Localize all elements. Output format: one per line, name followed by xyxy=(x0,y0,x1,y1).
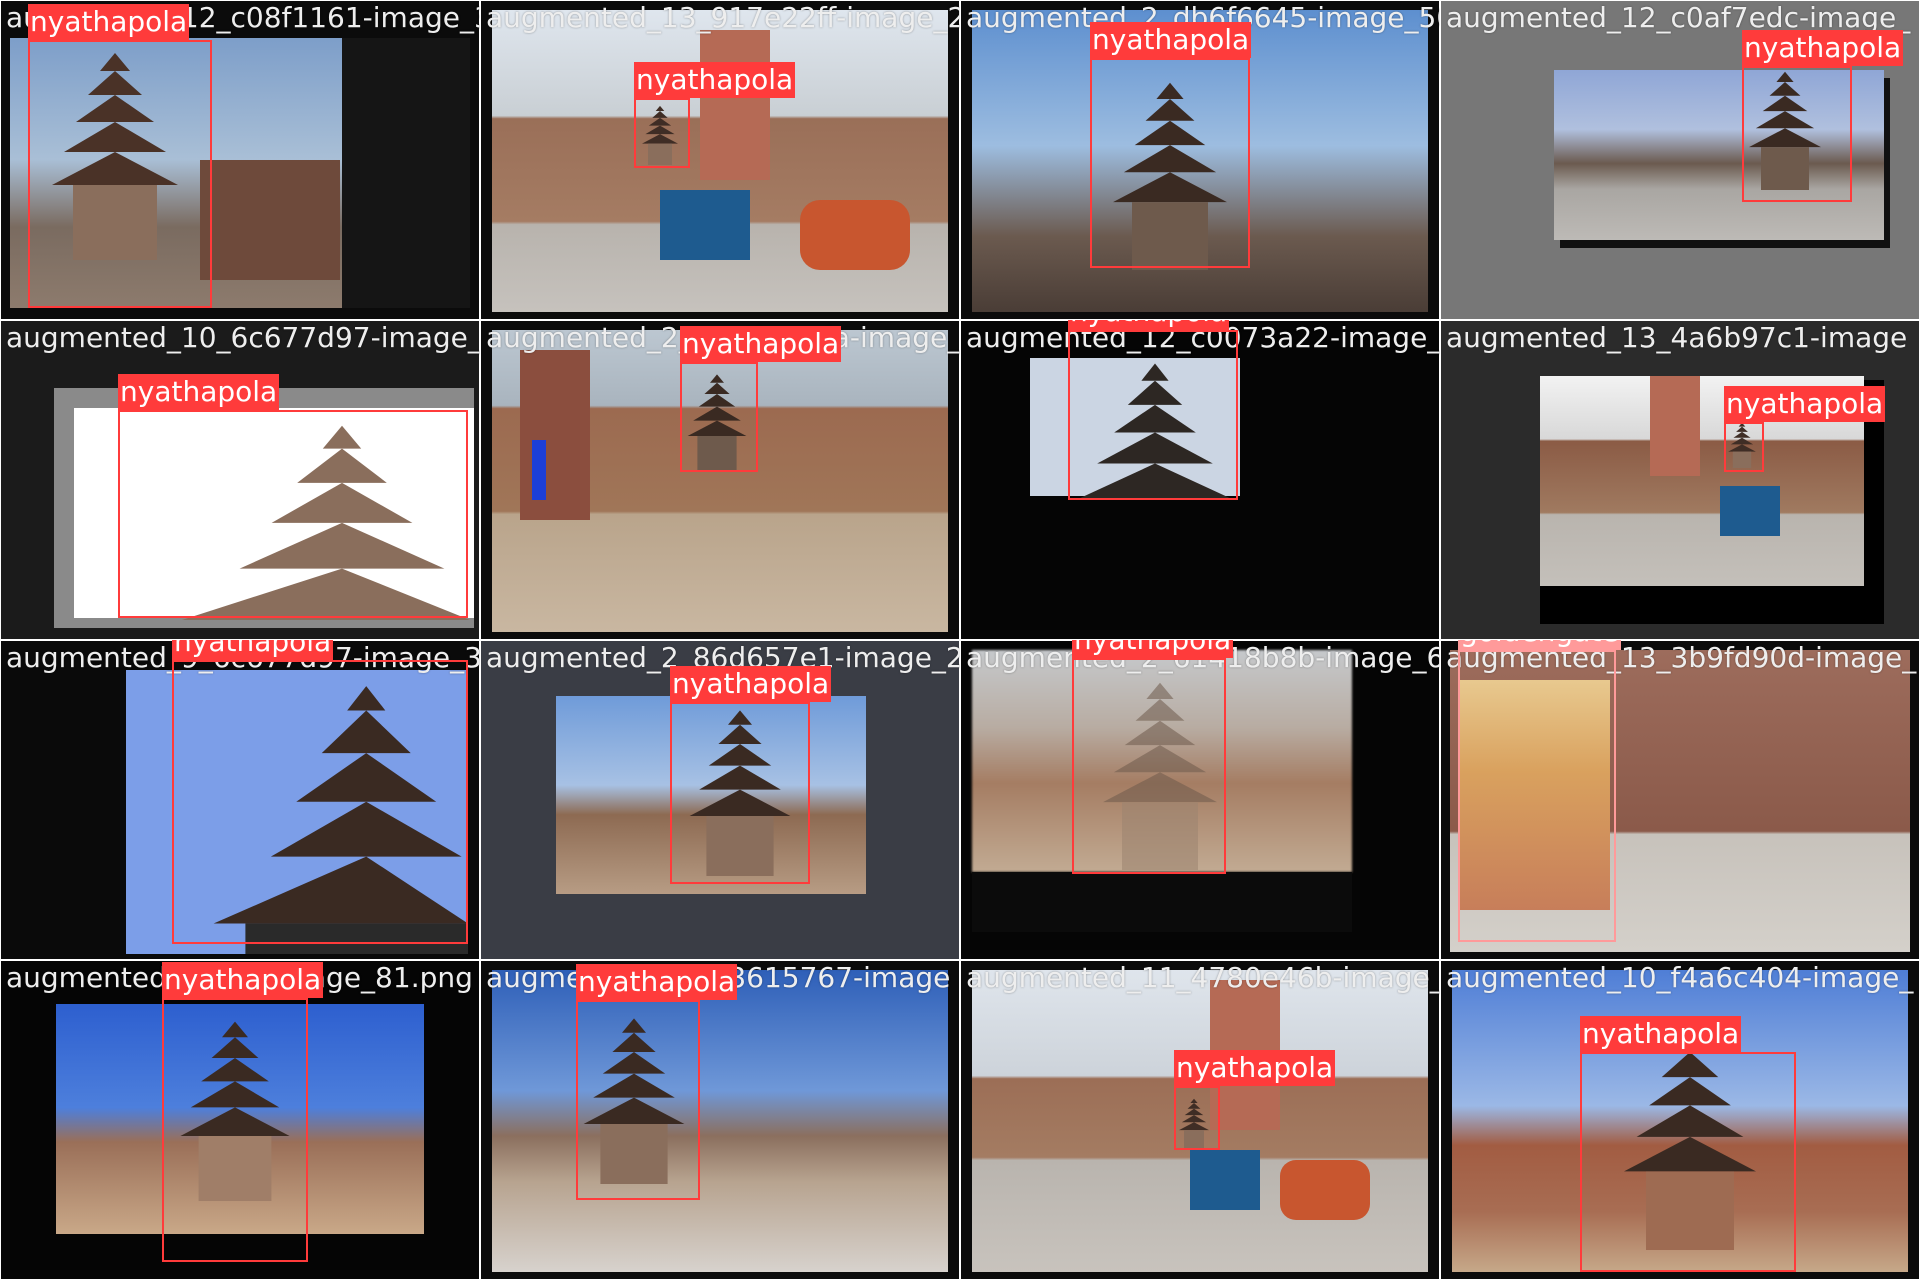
detection-box: nyathapola xyxy=(634,62,796,168)
class-label: nyathapola xyxy=(634,62,796,98)
class-label: nyathapola xyxy=(28,4,190,40)
grid-tile: augmented_10_f4a6c404-image_ nyathapola xyxy=(1439,959,1920,1280)
grid-tile: augmented_2_86d657e1-image_248.png nyath… xyxy=(479,639,961,961)
tile-filename: augmented_11_4780e46b-image_155.png xyxy=(966,961,1440,994)
grid-tile: augmented_2_db6f6645-image_503.png nyath… xyxy=(959,0,1441,321)
detection-box: nyathapola xyxy=(28,4,212,308)
class-label: nyathapola xyxy=(118,374,280,410)
class-label: nyathapola xyxy=(670,666,832,702)
class-label: nyathapola xyxy=(1580,1016,1742,1052)
detection-box: nyathapola xyxy=(1742,30,1904,202)
class-label: nyathapola xyxy=(576,964,738,1000)
class-label: nyathapola xyxy=(1724,386,1886,422)
detection-box: nyathapola xyxy=(162,962,324,1262)
detection-box: nyathapola xyxy=(1072,640,1234,874)
tile-filename: augmented_13_917e22ff-image_202.png xyxy=(486,1,960,34)
grid-tile: augmented_13_3b9fd90d-image_ goldengate xyxy=(1439,639,1920,961)
class-label: nyathapola xyxy=(172,640,334,660)
class-label: nyathapola xyxy=(680,326,842,362)
detection-box: nyathapola xyxy=(1068,320,1238,500)
grid-tile: augmented_2_nyathapola-image_211.png nya… xyxy=(479,319,961,641)
grid-tile: augmented_12_c0af7edc-image_ nyathapola xyxy=(1439,0,1920,321)
grid-tile: augmented_2_61418b8b-image_63.png nyatha… xyxy=(959,639,1441,961)
grid-tile: augmented_12_c0073a22-image_229.png nyat… xyxy=(959,319,1441,641)
detection-box: nyathapola xyxy=(670,666,832,884)
grid-tile: augmented_10_6c677d97-image_32.png nyath… xyxy=(0,319,481,641)
detection-box: goldengate xyxy=(1458,640,1621,942)
detection-box: nyathapola xyxy=(1724,386,1886,472)
class-label: nyathapola xyxy=(1072,640,1234,658)
detection-box: nyathapola xyxy=(1174,1050,1336,1150)
class-label: nyathapola xyxy=(162,962,324,998)
detection-box: nyathapola xyxy=(1090,22,1252,268)
tile-filename: augmented_10_f4a6c404-image_ xyxy=(1446,961,1914,994)
detection-box: nyathapola xyxy=(576,964,738,1200)
grid-tile: augmented_11_4780e46b-image_155.png nyat… xyxy=(959,959,1441,1280)
grid-tile: augmented_9_6c677d97-image_32.png nyatha… xyxy=(0,639,481,961)
tile-filename: augmented_10_6c677d97-image_32.png xyxy=(6,321,480,354)
grid-tile: augmented_11_93615767-image nyathapola xyxy=(479,959,961,1280)
detection-box: nyathapola xyxy=(1580,1016,1796,1272)
class-label: nyathapola xyxy=(1742,30,1904,66)
grid-tile: augmented_12_c08f1161-image_30.png nyath… xyxy=(0,0,481,321)
detection-box: nyathapola xyxy=(680,326,842,472)
detection-box: nyathapola xyxy=(118,374,468,618)
detection-box: nyathapola xyxy=(172,640,468,944)
image-grid: augmented_12_c08f1161-image_30.png nyath… xyxy=(0,0,1920,1280)
class-label: nyathapola xyxy=(1068,320,1230,330)
class-label: nyathapola xyxy=(1174,1050,1336,1086)
class-label: nyathapola xyxy=(1090,22,1252,58)
class-label: goldengate xyxy=(1458,640,1621,650)
grid-tile: augmented_11_c1-image_81.png nyathapola xyxy=(0,959,481,1280)
tile-filename: augmented_13_4a6b97c1-image xyxy=(1446,321,1908,354)
grid-tile: augmented_13_4a6b97c1-image nyathapola xyxy=(1439,319,1920,641)
grid-tile: augmented_13_917e22ff-image_202.png nyat… xyxy=(479,0,961,321)
